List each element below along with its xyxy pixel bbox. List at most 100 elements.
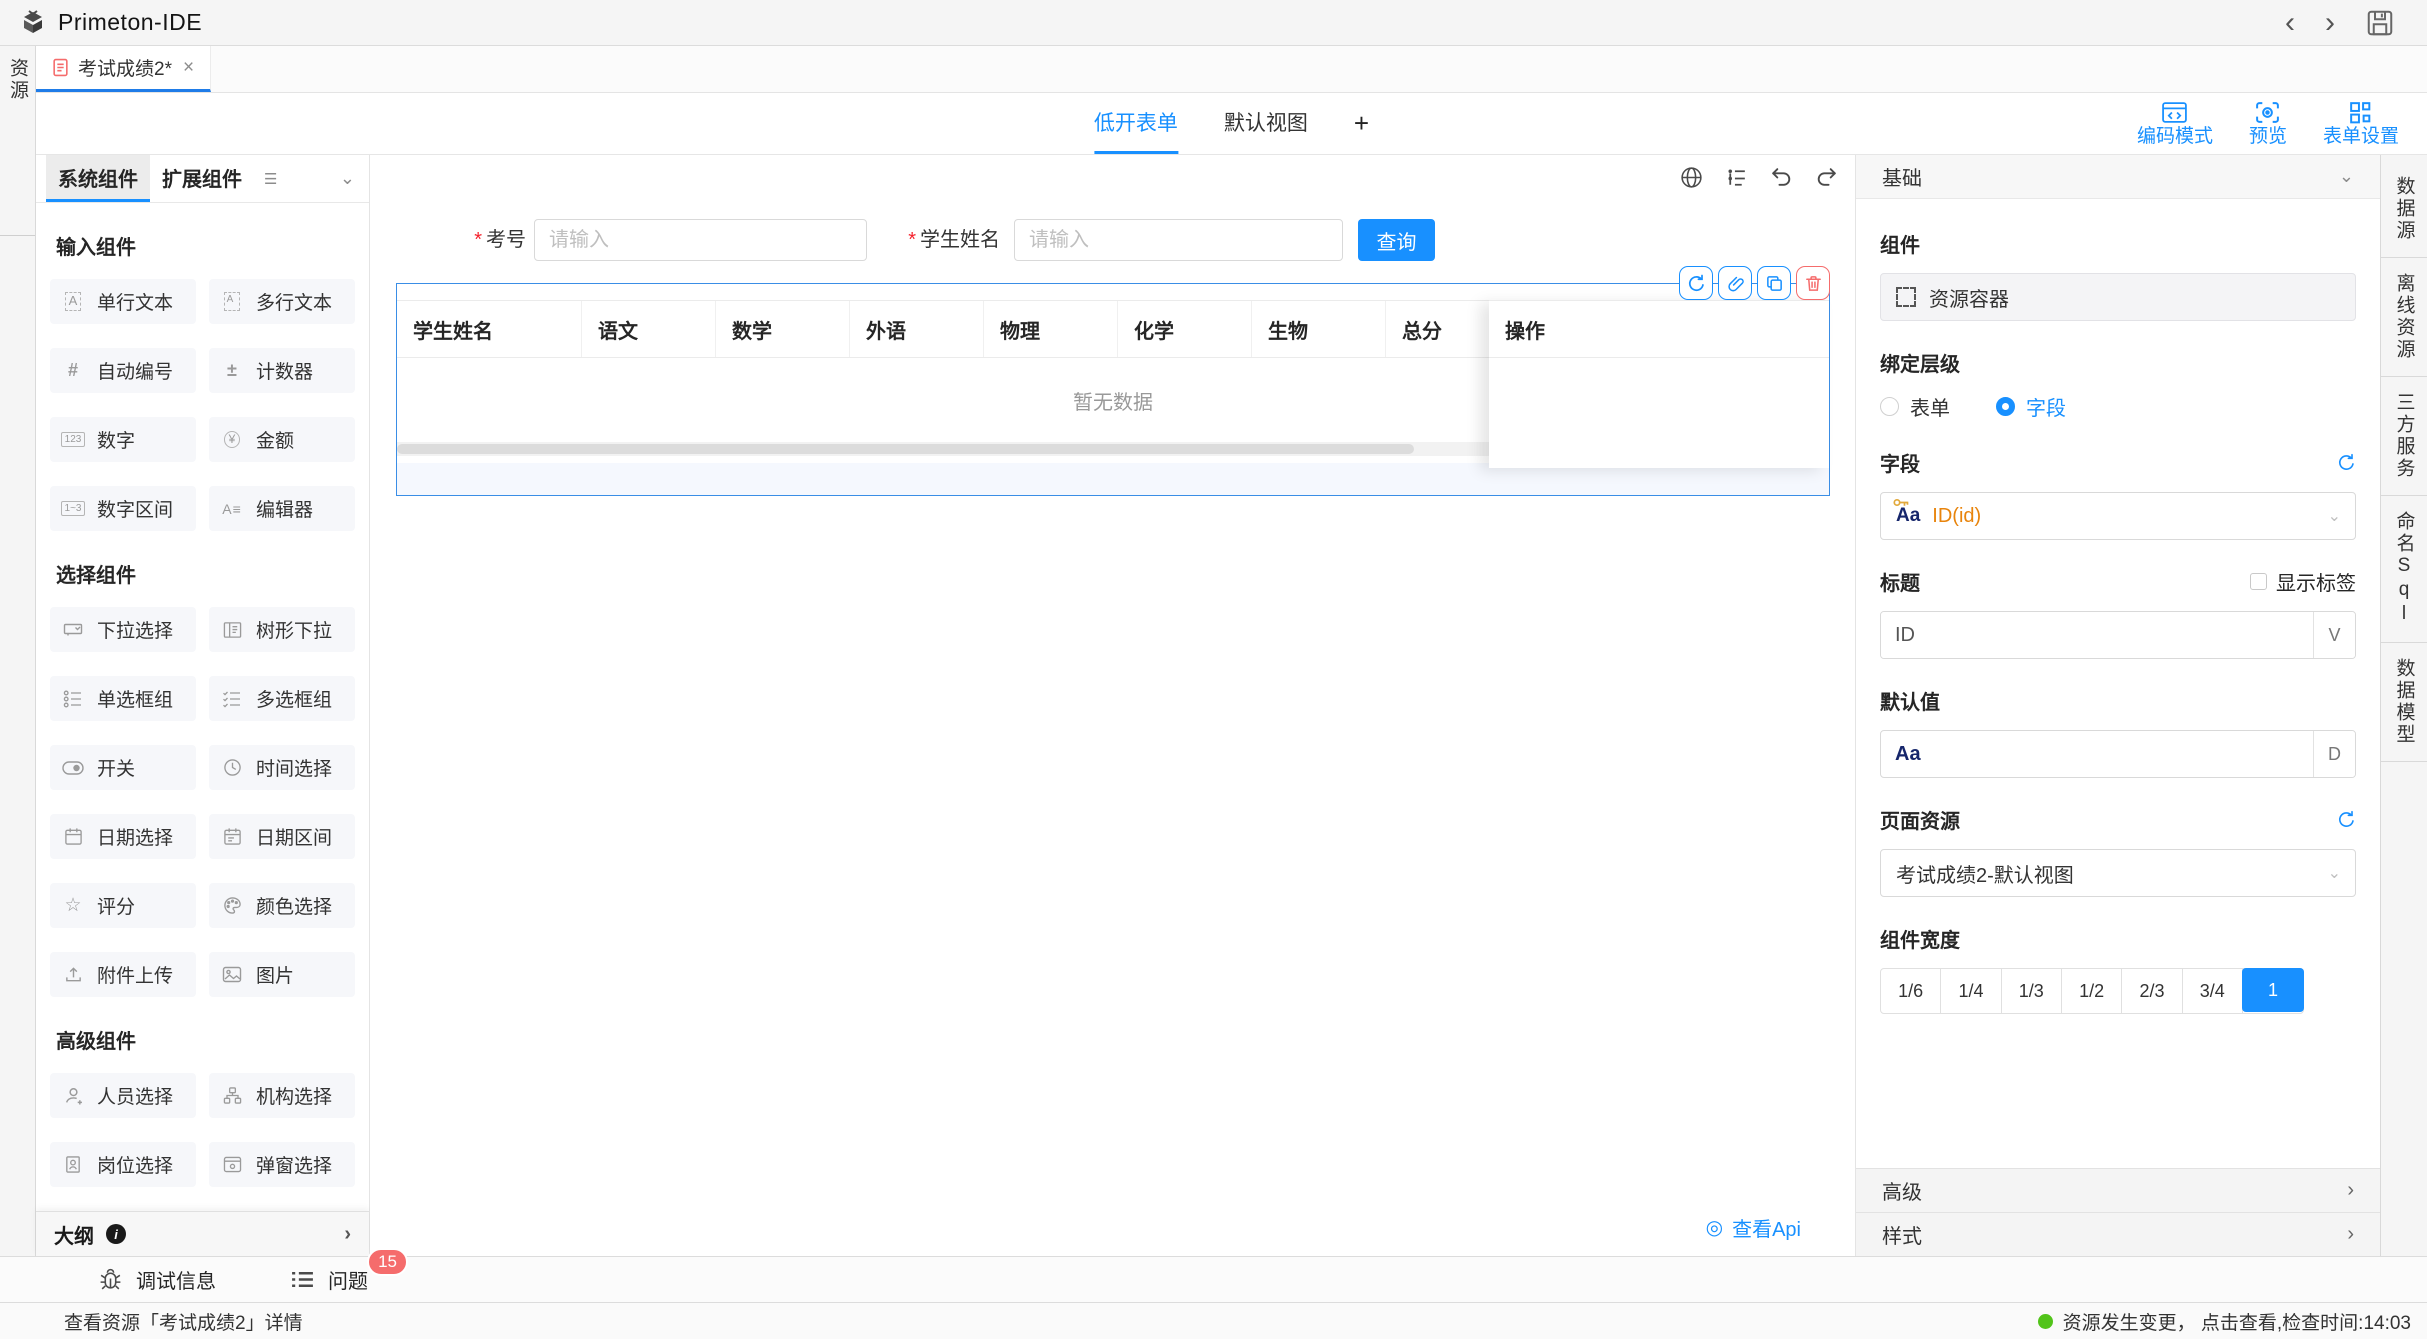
right-strip-item[interactable]: 数据源 [2381,161,2427,258]
title-suffix-button[interactable]: V [2313,612,2355,658]
component-item[interactable]: ¥金额 [209,417,355,462]
problems-item[interactable]: 问题 15 [290,1265,368,1294]
component-item[interactable]: 时间选择 [209,745,355,790]
collapse-panel-chevron-icon[interactable]: ⌄ [340,168,355,189]
outline-chevron-icon[interactable]: › [344,1223,351,1246]
binding-level-label: 绑定层级 [1880,348,2356,377]
section-advanced[interactable]: 高级 › [1856,1168,2380,1212]
component-section-title: 高级组件 [56,1025,355,1054]
component-item[interactable]: ±计数器 [209,348,355,393]
component-item[interactable]: 附件上传 [50,952,196,997]
tab-close-icon[interactable]: × [183,57,194,79]
component-item[interactable]: 弹窗选择 [209,1142,355,1187]
debug-info-item[interactable]: 调试信息 [98,1265,216,1294]
component-item[interactable]: 岗位选择 [50,1142,196,1187]
component-section-title: 选择组件 [56,559,355,588]
outline-icon[interactable] [1724,165,1749,190]
nav-back-icon[interactable]: ‹ [2285,8,2295,38]
toolbar-action[interactable]: 表单设置 [2323,100,2399,148]
component-item[interactable]: 开关 [50,745,196,790]
nav-forward-icon[interactable]: › [2325,8,2335,38]
field-label: 字段 [1880,448,2356,477]
view-tab[interactable]: 默认视图 [1224,93,1308,154]
show-label-checkbox[interactable] [2250,573,2267,590]
scrollbar-thumb[interactable] [397,444,1414,454]
properties-header-chevron-icon[interactable]: ⌄ [2339,166,2354,187]
field-select[interactable]: Aa ID(id) ⌄ [1880,492,2356,540]
selected-resource-container[interactable]: 学生姓名语文数学外语物理化学生物总分操作 暂无数据 操作 [396,283,1830,496]
delete-button[interactable] [1796,266,1830,300]
left-strip-resources[interactable]: 资源 [0,46,35,236]
date-icon [59,827,87,846]
component-item[interactable]: 人员选择 [50,1073,196,1118]
title-input[interactable] [1881,612,2313,658]
text-icon: A [59,292,87,311]
component-item[interactable]: 1~3数字区间 [50,486,196,531]
width-option[interactable]: 1/2 [2062,969,2122,1013]
search-button[interactable]: 查询 [1358,219,1435,261]
tab-system-components[interactable]: 系统组件 [46,155,150,202]
status-right[interactable]: 资源发生变更， 点击查看,检查时间:14:03 [2038,1308,2411,1335]
default-value-input[interactable] [1921,731,2313,777]
component-item[interactable]: #自动编号 [50,348,196,393]
view-api-link[interactable]: ◎ 查看Api [1706,1213,1801,1242]
width-option[interactable]: 3/4 [2183,969,2243,1013]
view-tab[interactable]: 低开表单 [1094,93,1178,154]
toolbar-action[interactable]: 编码模式 [2137,100,2213,148]
refresh-button[interactable] [1679,266,1713,300]
component-item[interactable]: 日期区间 [209,814,355,859]
component-item[interactable]: 单选框组 [50,676,196,721]
binding-radio-selected[interactable]: 字段 [1996,392,2066,421]
width-option[interactable]: 1/3 [2002,969,2062,1013]
component-item[interactable]: 123数字 [50,417,196,462]
add-view-button[interactable]: + [1354,93,1369,154]
editor-icon: A≡ [218,501,246,517]
form-canvas[interactable]: *考号 *学生姓名 查询 学生姓名语文数学外语物理化学生物总分操作 暂无数据 [370,155,1855,1256]
component-list-icon[interactable]: ☰ [264,170,277,188]
component-item[interactable]: ☆评分 [50,883,196,928]
component-item[interactable]: 机构选择 [209,1073,355,1118]
redo-icon[interactable] [1814,165,1839,190]
link-button[interactable] [1718,266,1752,300]
undo-icon[interactable] [1769,165,1794,190]
delete-icon [1804,274,1823,293]
component-item[interactable]: A单行文本 [50,279,196,324]
student-name-input[interactable] [1014,219,1343,261]
field-refresh-icon[interactable] [2337,453,2356,472]
component-item[interactable]: 树形下拉 [209,607,355,652]
default-suffix-button[interactable]: D [2313,731,2355,777]
time-icon [218,758,246,777]
right-strip-item[interactable]: 三方服务 [2381,377,2427,496]
section-style[interactable]: 样式 › [1856,1212,2380,1256]
right-strip-item[interactable]: 命名Sql [2381,496,2427,643]
upload-icon [59,965,87,984]
autonumber-icon: # [59,360,87,381]
status-left-text[interactable]: 查看资源「考试成绩2」详情 [64,1308,303,1335]
component-item[interactable]: A≡编辑器 [209,486,355,531]
document-tab[interactable]: 考试成绩2* × [36,46,211,92]
page-resource-refresh-icon[interactable] [2337,810,2356,829]
right-strip-item[interactable]: 数据模型 [2381,643,2427,762]
width-option[interactable]: 1 [2242,968,2304,1012]
toolbar-action[interactable]: 预览 [2249,100,2287,148]
right-strip-item[interactable]: 离线资源 [2381,258,2427,377]
copy-button[interactable] [1757,266,1791,300]
component-item[interactable]: 日期选择 [50,814,196,859]
component-item[interactable]: 多选框组 [209,676,355,721]
save-icon[interactable] [2365,8,2395,38]
component-item[interactable]: 图片 [209,952,355,997]
properties-header[interactable]: 基础 ⌄ [1856,155,2380,199]
width-option[interactable]: 1/6 [1881,969,1941,1013]
component-item[interactable]: A多行文本 [209,279,355,324]
width-option[interactable]: 1/4 [1941,969,2001,1013]
tab-extension-components[interactable]: 扩展组件 [150,155,254,202]
page-resource-select[interactable]: 考试成绩2-默认视图 ⌄ [1880,849,2356,897]
component-item[interactable]: 颜色选择 [209,883,355,928]
component-item[interactable]: 下拉选择 [50,607,196,652]
outline-row[interactable]: 大纲 i › [36,1211,369,1256]
globe-icon[interactable] [1679,165,1704,190]
field-label-exam-no: *考号 [410,219,526,261]
exam-no-input[interactable] [534,219,867,261]
binding-radio-option[interactable]: 表单 [1880,392,1950,421]
width-option[interactable]: 2/3 [2122,969,2182,1013]
